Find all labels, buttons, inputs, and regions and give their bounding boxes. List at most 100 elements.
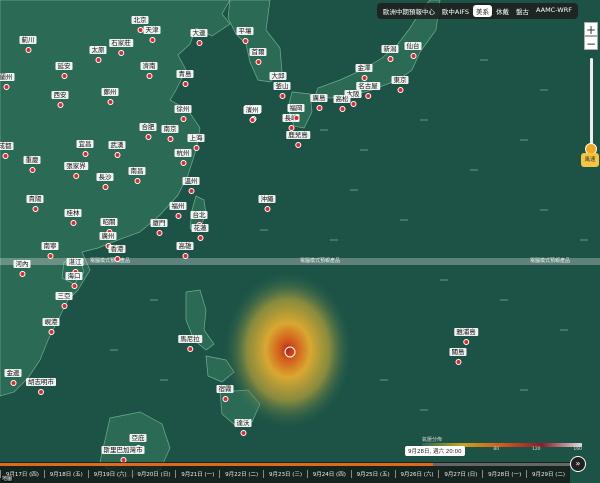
city-dot-icon [387,56,393,62]
tab-gfs[interactable]: 美系 [473,5,492,17]
city-marker[interactable]: 首爾 [249,39,267,65]
city-dot-icon [197,235,203,241]
city-marker[interactable]: 合肥 [139,114,157,140]
city-marker[interactable]: 東京 [391,67,409,93]
city-label: 成都 [0,142,14,150]
city-marker[interactable]: 杭州 [174,140,192,166]
city-dot-icon [188,188,194,194]
city-dot-icon [180,116,186,122]
city-marker[interactable]: 長沙 [96,164,114,190]
city-dot-icon [25,47,31,53]
city-marker[interactable]: 沖繩 [258,186,276,212]
city-marker[interactable]: 達沃 [234,410,252,436]
city-marker[interactable]: 廣島 [310,85,328,111]
city-marker[interactable]: 青島 [176,61,194,87]
city-marker[interactable]: 福岡 [287,95,305,121]
city-marker[interactable]: 成都 [0,133,14,159]
city-dot-icon [137,27,143,33]
city-label: 峴港 [42,318,60,326]
city-marker[interactable]: 大連 [190,20,208,46]
city-marker[interactable]: 胡志明市 [26,369,56,395]
city-marker[interactable]: 溫州 [182,168,200,194]
legend-tick: 120 [531,447,541,452]
city-marker[interactable]: 峴港 [42,309,60,335]
city-marker[interactable]: 三亞 [55,283,73,309]
city-marker[interactable]: 南寧 [41,233,59,259]
weather-map[interactable] [0,0,600,483]
timeline-day[interactable]: 9月19日 (六) [87,470,132,478]
city-marker[interactable]: 馬尼拉 [178,326,202,352]
timeline-day[interactable]: 9月20日 (日) [131,470,176,478]
city-marker[interactable]: 金邊 [4,360,22,386]
tab-aamc-wrf[interactable]: AAMC-WRF [533,5,575,17]
city-marker[interactable]: 延安 [55,53,73,79]
timeline-day[interactable]: 9月23日 (三) [263,470,307,478]
zoom-out-button[interactable]: − [584,36,598,51]
city-marker[interactable]: 河內 [13,251,31,277]
timeline-day[interactable]: 9月26日 (六) [394,470,439,478]
city-marker[interactable]: 桂林 [64,200,82,226]
timeline[interactable]: 9月17日 (四) 9月18日 (五) 9月19日 (六) 9月20日 (日) 9月21… [0,462,570,483]
city-marker[interactable]: 南京 [161,116,179,142]
city-dot-icon [264,206,270,212]
layer-toggle-button[interactable]: 風速 [581,153,599,167]
city-marker[interactable]: 張家界 [64,153,88,179]
city-marker[interactable]: 南昌 [128,158,146,184]
city-dot-icon [293,115,299,121]
city-marker[interactable]: 新潟 [381,36,399,62]
city-marker[interactable]: 關島 [449,339,467,365]
city-dot-icon [70,220,76,226]
city-dot-icon [38,389,44,395]
city-label: 東京 [391,76,409,84]
city-label: 合肥 [139,123,157,131]
city-marker[interactable]: 貴陽 [26,186,44,212]
opacity-slider-track[interactable] [590,58,593,148]
zoom-in-button[interactable]: + [584,22,598,37]
tab-pangu[interactable]: 盤古 [513,5,532,17]
city-marker[interactable]: 鄭州 [101,79,119,105]
city-dot-icon [180,160,186,166]
city-marker[interactable]: 濟南 [140,53,158,79]
city-marker[interactable]: 石家莊 [109,30,133,56]
city-marker[interactable]: 天津 [143,17,161,43]
tab-ecmwf-aifs[interactable]: 歐中AIFS [439,5,472,17]
fast-forward-icon[interactable]: » [570,456,586,472]
city-marker[interactable]: 濱州 [243,97,261,123]
city-dot-icon [134,178,140,184]
tab-ecmwf[interactable]: 歐洲中期預報中心 [380,5,438,17]
city-dot-icon [410,53,416,59]
tab-xiudai[interactable]: 休戴 [493,5,512,17]
city-marker[interactable]: 花蓮 [191,215,209,241]
timeline-day[interactable]: 9月29日 (二) [526,470,570,478]
timeline-day[interactable]: 9月27日 (日) [438,470,482,478]
timeline-day[interactable]: 9月18日 (五) [43,470,88,478]
timeline-day[interactable]: 9月21日 (一) [175,470,219,478]
city-dot-icon [249,117,255,123]
timeline-day[interactable]: 9月22日 (二) [219,470,263,478]
city-marker[interactable]: 太原 [89,37,107,63]
city-marker[interactable]: 廈門 [150,210,168,236]
city-dot-icon [102,184,108,190]
city-marker[interactable]: 仙台 [404,33,422,59]
city-marker[interactable]: 高松 [333,86,351,112]
city-marker[interactable]: 福州 [169,193,187,219]
city-dot-icon [114,256,120,262]
timeline-day[interactable]: 9月28日 (一) [482,470,526,478]
city-marker[interactable]: 武漢 [108,132,126,158]
city-dot-icon [182,81,188,87]
city-marker[interactable]: 香港 [108,236,126,262]
city-marker[interactable]: 鹿兒島 [286,122,310,148]
city-dot-icon [114,152,120,158]
timeline-day[interactable]: 9月24日 (四) [306,470,351,478]
city-dot-icon [57,102,63,108]
timeline-day[interactable]: 9月25日 (五) [350,470,395,478]
legend-title: 氣壓分佈 [422,437,443,443]
city-marker[interactable]: 薊川 [19,27,37,53]
city-label: 平壤 [236,27,254,35]
city-marker[interactable]: 高雄 [176,233,194,259]
city-marker[interactable]: 蘭州 [0,64,15,90]
city-marker[interactable]: 宿霧 [216,376,234,402]
city-marker[interactable]: 斯里巴加灣市 [101,437,145,463]
city-marker[interactable]: 西安 [51,82,69,108]
city-marker[interactable]: 重慶 [23,147,41,173]
